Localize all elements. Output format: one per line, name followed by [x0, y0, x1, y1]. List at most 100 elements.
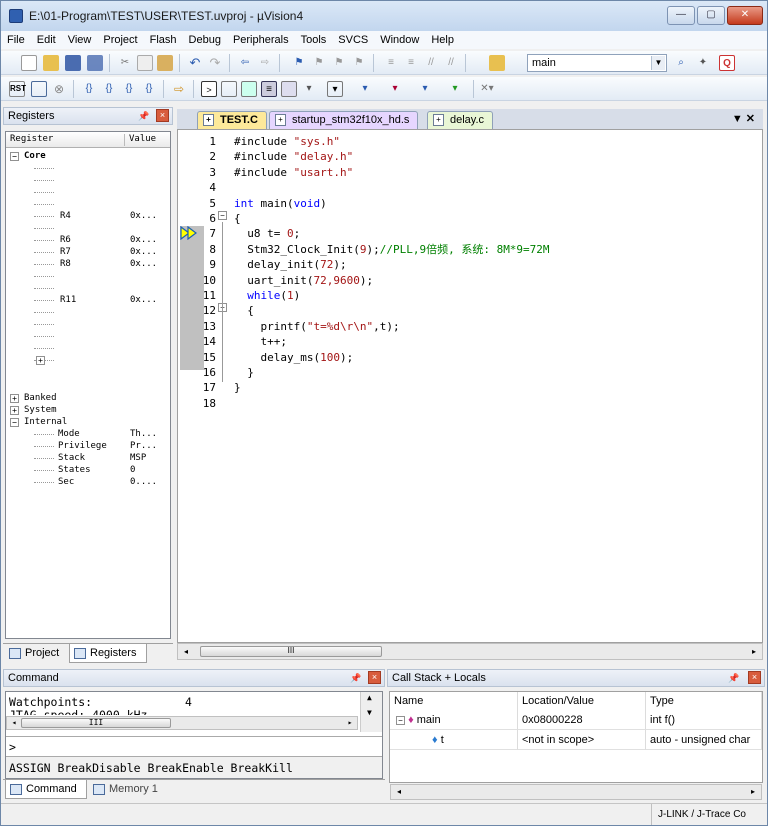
close-panel-icon[interactable]: ×	[748, 671, 761, 684]
find-icon[interactable]: ⌕	[673, 55, 689, 71]
expand-icon[interactable]: +	[10, 406, 19, 415]
pin-icon[interactable]: 📌	[728, 672, 740, 684]
code-line[interactable]: #include "sys.h"	[234, 134, 340, 149]
menu-svcs[interactable]: SVCS	[332, 31, 374, 49]
code-line[interactable]: }	[234, 365, 254, 380]
clear-bookmarks-icon[interactable]: ⚑	[351, 55, 367, 71]
table-row[interactable]: R15 (PC) 0x...	[6, 343, 170, 354]
code-line[interactable]: u8 t= 0;	[234, 226, 300, 241]
scroll-thumb[interactable]: III	[200, 646, 382, 657]
table-row[interactable]: R2 0x...	[6, 187, 170, 198]
redo-icon[interactable]: ↷	[207, 55, 223, 71]
save-all-icon[interactable]	[87, 55, 103, 71]
uncomment-icon[interactable]: //	[443, 55, 459, 71]
new-file-icon[interactable]	[21, 55, 37, 71]
table-row[interactable]: R3 0x...	[6, 199, 170, 210]
column-value[interactable]: Value	[124, 134, 156, 146]
scroll-down-icon[interactable]: ▼	[367, 708, 372, 717]
callstack-table[interactable]: Name Location/Value Type − ♦ main 0x0800…	[389, 691, 763, 800]
table-row[interactable]: Sec 0....	[6, 477, 170, 488]
code-line[interactable]: {	[234, 303, 254, 318]
code-line[interactable]: #include "delay.h"	[234, 149, 353, 164]
menu-edit[interactable]: Edit	[31, 31, 62, 49]
expand-icon[interactable]: +	[10, 394, 19, 403]
cut-icon[interactable]: ✂	[117, 55, 133, 71]
core-group[interactable]: − Core	[6, 151, 170, 162]
command-horizontal-scrollbar[interactable]: ◂ III ▸	[6, 716, 358, 730]
menu-tools[interactable]: Tools	[295, 31, 333, 49]
fold-icon[interactable]: −	[218, 211, 227, 220]
collapse-icon[interactable]: −	[10, 418, 19, 427]
table-row[interactable]: R11 0x...	[6, 295, 170, 306]
nav-forward-icon[interactable]: ⇨	[257, 55, 273, 71]
column-name[interactable]: Name	[390, 692, 518, 711]
code-line[interactable]: }	[234, 380, 241, 395]
scroll-up-icon[interactable]: ▲	[367, 693, 372, 702]
menu-file[interactable]: File	[1, 31, 31, 49]
stop-icon[interactable]: ⊗	[51, 81, 67, 97]
code-line[interactable]: delay_init(72);	[234, 257, 346, 272]
tab-project[interactable]: Project	[5, 644, 69, 663]
menu-help[interactable]: Help	[425, 31, 460, 49]
tab-test-c[interactable]: + TEST.C	[197, 111, 267, 129]
code-line[interactable]: int main(void)	[234, 196, 327, 211]
step-out-icon[interactable]: {}	[121, 81, 137, 97]
maximize-button[interactable]: ▢	[697, 6, 725, 25]
chevron-down-icon[interactable]: ▼	[651, 56, 665, 70]
column-type[interactable]: Type	[646, 692, 762, 711]
table-row[interactable]: R8 0x...	[6, 259, 170, 270]
code-line[interactable]: delay_ms(100);	[234, 350, 353, 365]
tab-list-close-icon[interactable]: ▼ ✕	[732, 112, 755, 125]
unindent-icon[interactable]: ≡	[403, 55, 419, 71]
code-line[interactable]: printf("t=%d\r\n",t);	[234, 319, 399, 334]
scroll-thumb[interactable]: III	[21, 718, 171, 728]
table-row[interactable]: R13 (SP) 0x...	[6, 319, 170, 330]
internal-group[interactable]: − Internal	[6, 417, 170, 428]
table-row[interactable]: − ♦ main	[390, 710, 518, 730]
command-vertical-scrollbar[interactable]: ▲ ▼	[360, 692, 382, 732]
copy-icon[interactable]	[137, 55, 153, 71]
call-stack-window-icon[interactable]	[281, 81, 297, 97]
collapse-icon[interactable]: −	[10, 152, 19, 161]
table-row[interactable]: R6 0x...	[6, 235, 170, 246]
system-viewer-icon[interactable]: ▾	[417, 81, 433, 97]
table-row[interactable]: Privilege Pr...	[6, 441, 170, 452]
nav-back-icon[interactable]: ⇦	[237, 55, 253, 71]
table-row[interactable]: + xPSR 0x...	[6, 355, 170, 366]
code-line[interactable]: uart_init(72,9600);	[234, 273, 373, 288]
table-row[interactable]: R9 0x...	[6, 271, 170, 282]
toolbox-icon[interactable]: ▾	[447, 81, 463, 97]
column-location-value[interactable]: Location/Value	[518, 692, 646, 711]
debug-session-icon[interactable]: Q	[719, 55, 735, 71]
collapse-icon[interactable]: −	[396, 716, 405, 725]
reset-icon[interactable]: RST	[9, 81, 26, 97]
scroll-left-icon[interactable]: ◂	[393, 786, 405, 797]
scroll-left-icon[interactable]: ◂	[8, 717, 20, 728]
banked-group[interactable]: + Banked	[6, 393, 170, 404]
editor-horizontal-scrollbar[interactable]: ◂ III ▸	[177, 643, 763, 660]
code-line[interactable]: #include "usart.h"	[234, 165, 353, 180]
command-window[interactable]: Watchpoints: 4 JTAG speed: 4000 kHz ◂ II…	[5, 691, 383, 779]
menu-flash[interactable]: Flash	[144, 31, 183, 49]
minimize-button[interactable]: —	[667, 6, 695, 25]
menu-project[interactable]: Project	[97, 31, 143, 49]
command-input[interactable]: >	[6, 736, 382, 756]
scroll-left-icon[interactable]: ◂	[180, 646, 192, 657]
code-line[interactable]: t++;	[234, 334, 287, 349]
tools-wrench-icon[interactable]: ✕▾	[479, 81, 495, 97]
open-folder-icon[interactable]	[43, 55, 59, 71]
memory-window-icon[interactable]: ▾	[327, 81, 343, 97]
command-window-icon[interactable]: >	[201, 81, 217, 97]
column-register[interactable]: Register	[10, 134, 53, 144]
table-row[interactable]: R10 0x...	[6, 283, 170, 294]
close-panel-icon[interactable]: ×	[156, 109, 169, 122]
save-icon[interactable]	[65, 55, 81, 71]
indent-icon[interactable]: ≡	[383, 55, 399, 71]
menu-view[interactable]: View	[62, 31, 98, 49]
table-row[interactable]: States 0	[6, 465, 170, 476]
tab-startup-file[interactable]: + startup_stm32f10x_hd.s	[269, 111, 419, 129]
menu-debug[interactable]: Debug	[183, 31, 227, 49]
watch-window-icon[interactable]: ▾	[301, 81, 317, 97]
show-next-statement-icon[interactable]: ⇨	[171, 81, 187, 97]
pin-icon[interactable]: 📌	[138, 110, 150, 122]
